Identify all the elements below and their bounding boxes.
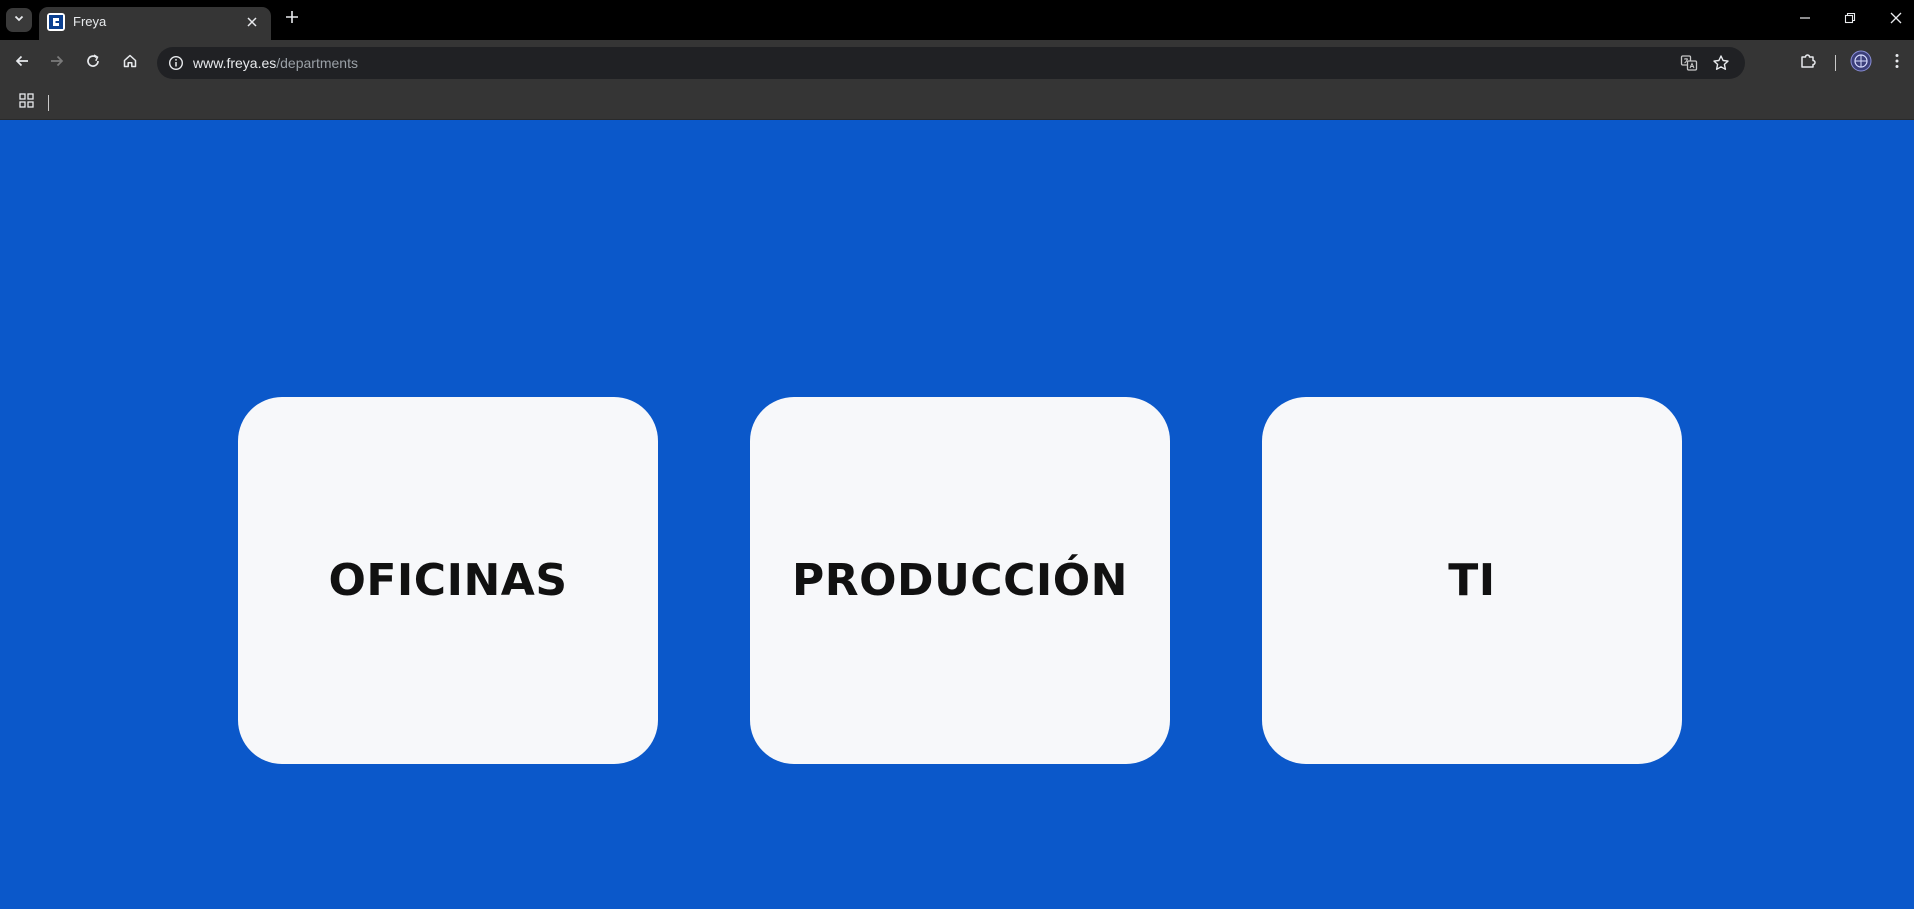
- three-dots-vertical-icon: [1894, 53, 1900, 74]
- restore-window-button[interactable]: [1838, 8, 1862, 32]
- department-card-oficinas[interactable]: OFICINAS: [238, 397, 658, 764]
- toolbar-divider: [1835, 55, 1836, 71]
- bookmarks-divider: [48, 95, 49, 111]
- browser-toolbar: www.freya.es/departments: [0, 40, 1914, 86]
- address-bar[interactable]: www.freya.es/departments: [157, 47, 1745, 79]
- url-path: /departments: [276, 55, 358, 71]
- site-info-icon[interactable]: [167, 54, 185, 72]
- browser-titlebar: Freya: [0, 0, 1914, 40]
- restore-icon: [1844, 11, 1856, 29]
- url-text: www.freya.es/departments: [193, 55, 358, 71]
- departments-page: OFICINAS PRODUCCIÓN TI: [0, 120, 1914, 909]
- back-button[interactable]: [9, 50, 35, 76]
- avatar-icon: [1850, 50, 1872, 77]
- url-host: www.freya.es: [193, 55, 277, 71]
- extensions-button[interactable]: [1795, 50, 1821, 76]
- tab-title: Freya: [73, 14, 107, 29]
- department-label: OFICINAS: [328, 555, 568, 606]
- department-label: PRODUCCIÓN: [792, 555, 1128, 606]
- browser-menu-button[interactable]: [1884, 50, 1910, 76]
- forward-button[interactable]: [44, 50, 70, 76]
- new-tab-button[interactable]: [282, 9, 302, 29]
- puzzle-piece-icon: [1799, 52, 1817, 75]
- home-button[interactable]: [117, 50, 143, 76]
- department-card-ti[interactable]: TI: [1262, 397, 1682, 764]
- close-icon: [1890, 11, 1902, 29]
- close-tab-icon[interactable]: [243, 13, 261, 31]
- reload-icon: [85, 53, 101, 74]
- plus-icon: [285, 10, 299, 29]
- browser-tab-active[interactable]: Freya: [39, 7, 271, 40]
- freya-favicon-icon: [47, 12, 65, 31]
- arrow-right-icon: [49, 53, 65, 74]
- department-card-produccion[interactable]: PRODUCCIÓN: [750, 397, 1170, 764]
- translate-icon[interactable]: [1679, 53, 1699, 73]
- department-label: TI: [1448, 555, 1496, 606]
- close-window-button[interactable]: [1884, 8, 1908, 32]
- minimize-window-button[interactable]: [1793, 8, 1817, 32]
- bookmarks-bar: [0, 86, 1914, 120]
- bookmark-star-icon[interactable]: [1711, 53, 1731, 73]
- tab-search-button[interactable]: [6, 8, 32, 32]
- apps-grid-button[interactable]: [16, 93, 36, 113]
- home-icon: [122, 53, 138, 74]
- apps-grid-icon: [18, 93, 34, 113]
- minimize-icon: [1799, 11, 1811, 29]
- chevron-down-icon: [13, 11, 25, 29]
- profile-avatar[interactable]: [1848, 50, 1874, 76]
- reload-button[interactable]: [80, 50, 106, 76]
- arrow-left-icon: [14, 53, 30, 74]
